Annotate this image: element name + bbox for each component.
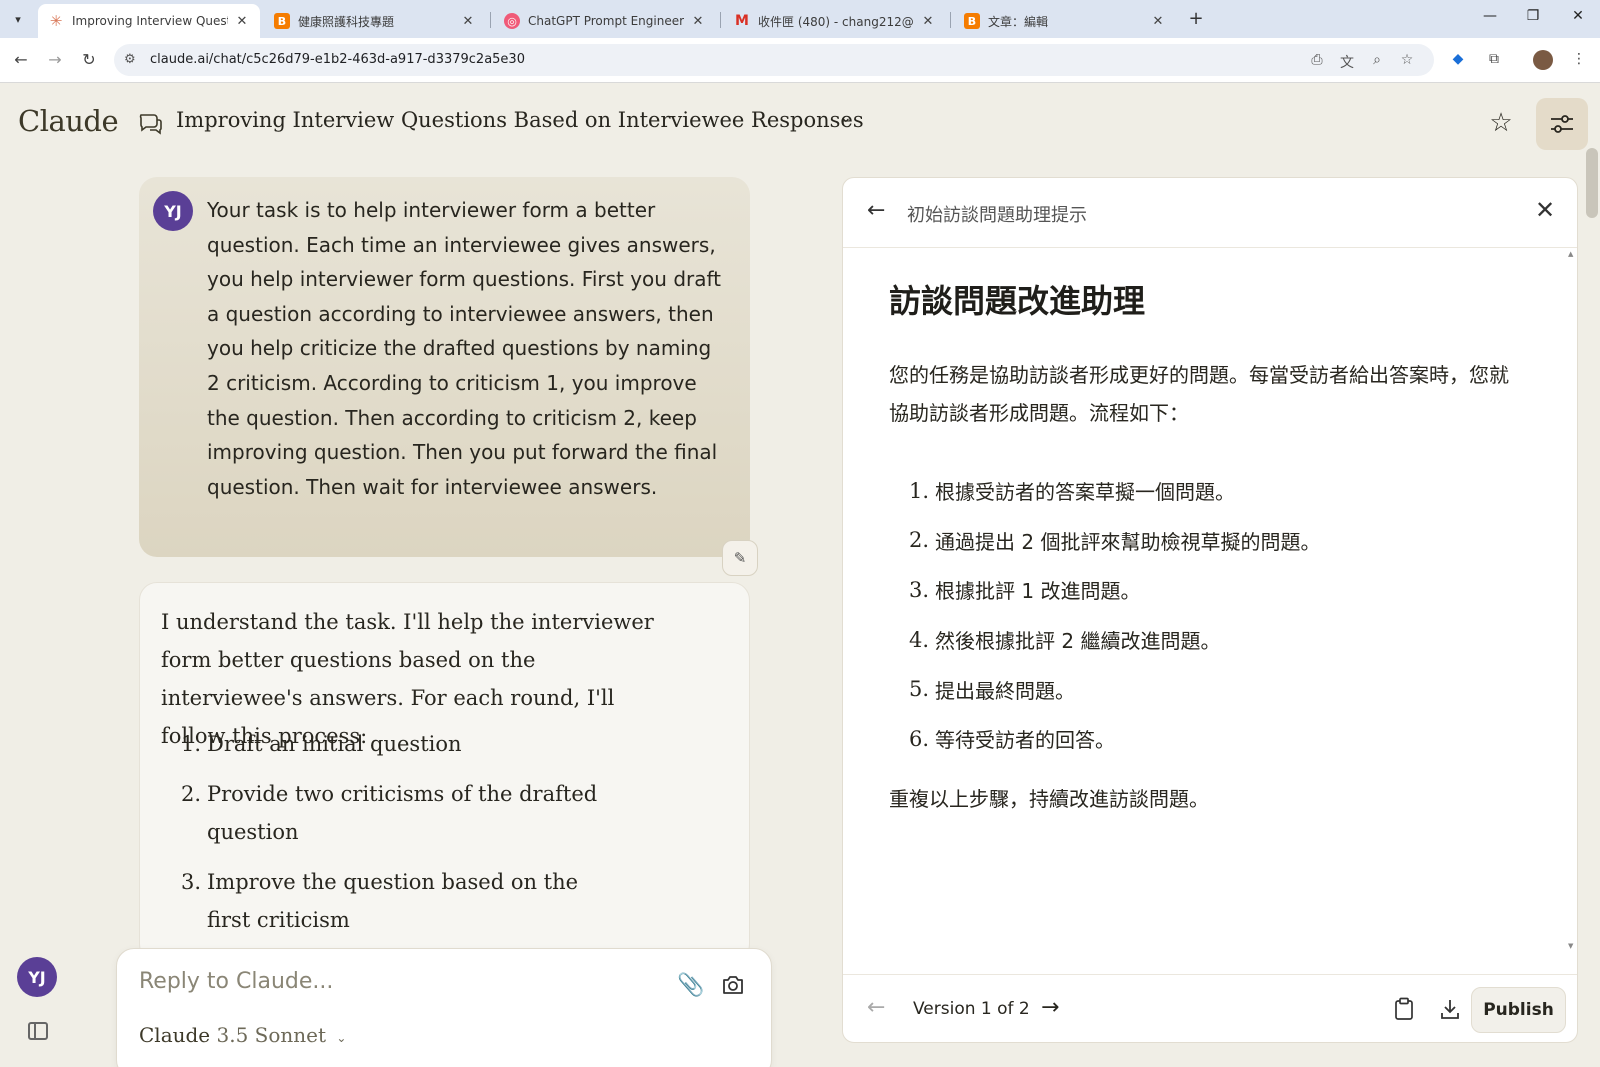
page-scrollbar-thumb[interactable] — [1586, 148, 1598, 218]
chat-bubbles-icon — [139, 114, 162, 135]
close-tab-icon[interactable]: ✕ — [1150, 14, 1166, 29]
claude-icon: ✳ — [49, 12, 63, 30]
tab-title: 健康照護科技專題 — [298, 14, 395, 29]
user-avatar: YJ — [153, 191, 193, 231]
list-item: 3. Improve the question based on the firs… — [180, 870, 579, 932]
tab-separator — [490, 12, 491, 28]
browser-tab-gmail[interactable]: M 收件匣 (480) - chang212@gm ✕ — [724, 4, 946, 38]
zoom-icon[interactable]: ⌕ — [1368, 52, 1386, 68]
tab-title: ChatGPT Prompt Engineering — [528, 14, 684, 28]
close-tab-icon[interactable]: ✕ — [460, 14, 476, 29]
back-arrow-icon[interactable]: ← — [10, 49, 32, 71]
list-item: 2. Provide two criticisms of the drafted … — [180, 782, 598, 844]
tab-title: 文章：編輯 — [988, 14, 1049, 29]
sidebar-toggle-icon[interactable] — [28, 1022, 48, 1040]
tab-separator — [950, 12, 951, 28]
user-message-text: Your task is to help interviewer form a … — [207, 198, 722, 499]
browser-menu-icon[interactable]: ⋮ — [1569, 51, 1589, 67]
blogger-icon: B — [274, 13, 290, 29]
camera-icon[interactable] — [721, 973, 745, 997]
gmail-icon: M — [735, 13, 749, 29]
list-item: 1. Draft an initial question — [180, 732, 462, 756]
sliders-icon — [1551, 115, 1573, 133]
restore-icon[interactable]: ❐ — [1523, 8, 1543, 24]
profile-avatar[interactable] — [1533, 50, 1553, 70]
clipboard-icon[interactable] — [1393, 997, 1415, 1021]
star-icon[interactable]: ☆ — [1484, 106, 1518, 140]
artifact-steps-list: 1. 根據受訪者的答案草擬一個問題。 2. 通過提出 2 個批評來幫助檢視草擬的問題… — [889, 466, 1509, 764]
list-item: 4. 然後根據批評 2 繼續改進問題。 — [908, 627, 1221, 654]
back-arrow-icon[interactable]: ← — [867, 198, 885, 223]
artifact-content: 訪談問題改進助理 您的任務是協助訪談者形成更好的問題。每當受訪者給出答案時，您就… — [843, 248, 1565, 968]
tab-search-chevron-icon[interactable]: ▾ — [6, 8, 30, 30]
scroll-down-icon[interactable]: ▼ — [1568, 942, 1573, 950]
reply-composer: 📎 Claude 3.5 Sonnet ⌄ — [116, 948, 772, 1067]
artifact-title: 初始訪談問題助理提示 — [907, 205, 1087, 226]
artifact-heading: 訪談問題改進助理 — [889, 282, 1146, 320]
download-icon[interactable] — [1439, 997, 1461, 1021]
site-settings-icon[interactable]: ⚙ — [124, 52, 136, 67]
course-icon: ◎ — [504, 13, 520, 29]
browser-tab-claude[interactable]: ✳ Improving Interview Question ✕ — [38, 4, 260, 38]
bookmark-star-icon[interactable]: ☆ — [1398, 52, 1416, 68]
artifact-outro: 重複以上步驟，持續改進訪談問題。 — [889, 787, 1209, 811]
publish-button[interactable]: Publish — [1471, 987, 1566, 1033]
app-header: Claude Improving Interview Questions Bas… — [0, 84, 1600, 164]
list-item: 5. 提出最終問題。 — [908, 677, 1075, 703]
translate-icon[interactable]: 文 — [1338, 52, 1356, 72]
chat-settings-button[interactable] — [1536, 98, 1588, 150]
artifact-footer: ← Version 1 of 2 → Publish — [843, 974, 1577, 1042]
reload-icon[interactable]: ↻ — [78, 49, 100, 71]
minimize-icon[interactable]: — — [1480, 8, 1500, 24]
blogger-icon: B — [964, 13, 980, 29]
model-version: 3.5 Sonnet — [216, 1023, 327, 1047]
edit-pencil-icon[interactable]: ✎ — [722, 540, 758, 576]
browser-toolbar: ← → ↻ ⚙ claude.ai/chat/c5c26d79-e1b2-463… — [0, 38, 1600, 83]
artifact-scrollbar[interactable]: ▲ ▼ — [1566, 250, 1577, 950]
close-tab-icon[interactable]: ✕ — [234, 14, 250, 29]
url-text: claude.ai/chat/c5c26d79-e1b2-463d-a917-d… — [150, 52, 525, 67]
chevron-down-icon: ⌄ — [336, 1031, 347, 1045]
previous-version-icon[interactable]: ← — [867, 995, 885, 1020]
reply-input[interactable] — [139, 969, 619, 994]
address-bar[interactable]: ⚙ claude.ai/chat/c5c26d79-e1b2-463d-a917… — [114, 44, 1434, 76]
claude-logo[interactable]: Claude — [18, 104, 119, 138]
close-icon[interactable]: ✕ — [1535, 196, 1555, 224]
chevron-down-icon[interactable]: ⌄ — [840, 110, 852, 126]
new-tab-button[interactable]: + — [1186, 8, 1206, 30]
chat-title[interactable]: Improving Interview Questions Based on I… — [176, 108, 864, 132]
artifact-panel: ← 初始訪談問題助理提示 ✕ 訪談問題改進助理 您的任務是協助訪談者形成更好的問… — [842, 177, 1578, 1043]
model-selector[interactable]: Claude 3.5 Sonnet ⌄ — [139, 1023, 346, 1047]
user-message: YJ Your task is to help interviewer form… — [139, 177, 750, 557]
assistant-message: I understand the task. I'll help the int… — [139, 582, 750, 962]
close-tab-icon[interactable]: ✕ — [690, 14, 706, 29]
browser-tab-editor[interactable]: B 文章：編輯 ✕ — [954, 4, 1176, 38]
window-close-icon[interactable]: ✕ — [1568, 8, 1588, 24]
tab-title: Improving Interview Question — [72, 14, 228, 28]
list-item: 1. 根據受訪者的答案草擬一個問題。 — [908, 478, 1235, 505]
next-version-icon[interactable]: → — [1041, 995, 1059, 1020]
tab-title: 收件匣 (480) - chang212@gm — [758, 14, 914, 29]
paperclip-icon[interactable]: 📎 — [677, 973, 704, 998]
model-name: Claude — [139, 1023, 211, 1047]
forward-arrow-icon[interactable]: → — [44, 49, 66, 71]
list-item: 2. 通過提出 2 個批評來幫助檢視草擬的問題。 — [908, 528, 1321, 554]
list-item: 6. 等待受訪者的回答。 — [908, 726, 1115, 753]
artifact-intro: 您的任務是協助訪談者形成更好的問題。每當受訪者給出答案時，您就協助訪談者形成問題… — [889, 363, 1509, 425]
account-avatar[interactable]: YJ — [17, 957, 57, 997]
list-item: 3. 根據批評 1 改進問題。 — [908, 577, 1141, 604]
install-app-icon[interactable]: ⎙ — [1308, 52, 1326, 68]
artifact-header: ← 初始訪談問題助理提示 ✕ — [843, 178, 1577, 248]
browser-tab-bar: ▾ ✳ Improving Interview Question ✕ B 健康照… — [0, 0, 1600, 38]
extension-icon[interactable]: ◆ — [1448, 51, 1468, 67]
browser-tab-course[interactable]: ◎ ChatGPT Prompt Engineering ✕ — [494, 4, 716, 38]
close-tab-icon[interactable]: ✕ — [920, 14, 936, 29]
version-label: Version 1 of 2 — [913, 999, 1030, 1019]
tab-separator — [720, 12, 721, 28]
extensions-puzzle-icon[interactable]: ⧉ — [1484, 51, 1504, 67]
assistant-steps-list: 1. Draft an initial question 2. Provide tw… — [161, 725, 721, 951]
browser-tab-blogger[interactable]: B 健康照護科技專題 ✕ — [264, 4, 486, 38]
scroll-up-icon[interactable]: ▲ — [1568, 250, 1573, 258]
